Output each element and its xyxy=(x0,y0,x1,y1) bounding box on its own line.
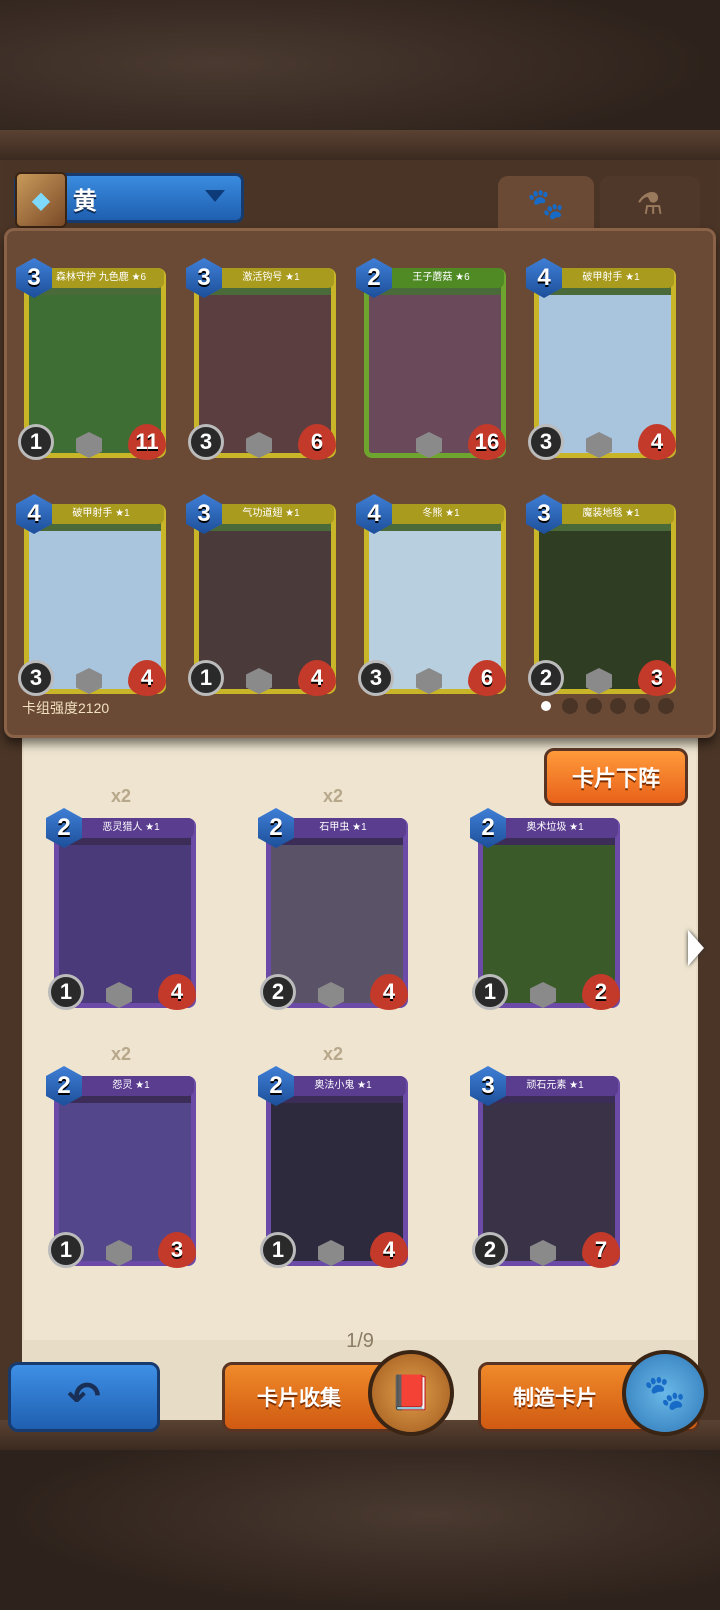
card-health: 4 xyxy=(638,424,676,460)
deck-power: 卡组强度2120 xyxy=(22,700,110,716)
card-attack: 1 xyxy=(48,974,84,1010)
deck-card[interactable]: 魔装地毯 ★1 3 2 3 xyxy=(526,494,676,700)
deck-card[interactable]: 森林守护 九色鹿 ★6 3 1 11 xyxy=(16,258,166,464)
card-health: 4 xyxy=(128,660,166,696)
card-attack: 1 xyxy=(188,660,224,696)
card-health: 4 xyxy=(370,974,408,1010)
card-attack: 2 xyxy=(260,974,296,1010)
card-title: 激活钩号 ★1 xyxy=(208,268,334,288)
deck-card[interactable]: 激活钩号 ★1 3 3 6 xyxy=(186,258,336,464)
tab-potion[interactable]: ⚗ xyxy=(600,176,700,232)
collection-card[interactable]: 奥法小鬼 ★1 2 1 4 x2 xyxy=(258,1044,408,1272)
wood-top-frame xyxy=(0,0,720,160)
card-copies: x2 xyxy=(322,786,344,806)
tab-paw[interactable]: 🐾 xyxy=(498,176,594,232)
remove-card-button[interactable]: 卡片下阵 xyxy=(544,748,688,806)
card-attack: 3 xyxy=(18,660,54,696)
card-copies: x2 xyxy=(110,1044,132,1064)
card-title: 恶灵猎人 ★1 xyxy=(68,818,194,838)
collection-card[interactable]: 顽石元素 ★1 3 2 7 xyxy=(470,1066,620,1272)
filter-all-icon[interactable] xyxy=(538,698,554,714)
collection-card[interactable]: 奥术垃圾 ★1 2 1 2 xyxy=(470,808,620,1014)
card-health: 2 xyxy=(582,974,620,1010)
wood-bottom-frame xyxy=(0,1420,720,1610)
card-title: 顽石元素 ★1 xyxy=(492,1076,618,1096)
card-health: 16 xyxy=(468,424,506,460)
card-title: 怨灵 ★1 xyxy=(68,1076,194,1096)
page-indicator: 1/9 xyxy=(346,1330,374,1352)
next-page-arrow[interactable] xyxy=(688,930,704,966)
back-button[interactable]: ↶ xyxy=(8,1362,160,1432)
collection-card[interactable]: 怨灵 ★1 2 1 3 x2 xyxy=(46,1044,196,1272)
card-title: 王子蘑菇 ★6 xyxy=(378,268,504,288)
card-title: 石甲虫 ★1 xyxy=(280,818,406,838)
card-attack: 1 xyxy=(48,1232,84,1268)
card-title: 魔装地毯 ★1 xyxy=(548,504,674,524)
card-title: 冬熊 ★1 xyxy=(378,504,504,524)
card-title: 气功道翅 ★1 xyxy=(208,504,334,524)
paw-icon: 🐾 xyxy=(527,187,565,221)
card-attack: 2 xyxy=(472,1232,508,1268)
card-attack: 3 xyxy=(528,424,564,460)
card-health: 3 xyxy=(638,660,676,696)
card-health: 6 xyxy=(298,424,336,460)
card-attack: 1 xyxy=(18,424,54,460)
deck-color-select[interactable]: ◆ 黄 xyxy=(14,172,244,228)
deck-card[interactable]: 气功道翅 ★1 3 1 4 xyxy=(186,494,336,700)
filter-fire-icon[interactable] xyxy=(658,698,674,714)
card-health: 3 xyxy=(158,1232,196,1268)
filter-earth-icon[interactable] xyxy=(610,698,626,714)
card-copies: x2 xyxy=(322,1044,344,1064)
card-attack: 3 xyxy=(188,424,224,460)
card-attack: 3 xyxy=(358,660,394,696)
craft-card-label: 制造卡片 xyxy=(513,1387,597,1410)
potion-icon: ⚗ xyxy=(636,187,664,221)
card-health: 4 xyxy=(298,660,336,696)
chevron-down-icon xyxy=(205,190,225,202)
card-title: 破甲射手 ★1 xyxy=(548,268,674,288)
card-health: 7 xyxy=(582,1232,620,1268)
deck-card[interactable]: 破甲射手 ★1 4 3 4 xyxy=(16,494,166,700)
collection-card[interactable]: 石甲虫 ★1 2 2 4 x2 xyxy=(258,786,408,1014)
deck-card[interactable]: 冬熊 ★1 4 3 6 xyxy=(356,494,506,700)
deck-card[interactable]: 王子蘑菇 ★6 2 16 xyxy=(356,258,506,464)
filter-light-icon[interactable] xyxy=(634,698,650,714)
card-attack: 1 xyxy=(260,1232,296,1268)
deck-book-icon: ◆ xyxy=(15,172,67,228)
deck-filter-icons xyxy=(538,698,674,714)
card-copies: x2 xyxy=(110,786,132,806)
card-title: 奥法小鬼 ★1 xyxy=(280,1076,406,1096)
filter-shadow-icon[interactable] xyxy=(562,698,578,714)
card-health: 6 xyxy=(468,660,506,696)
card-collection-label: 卡片收集 xyxy=(257,1387,341,1410)
deck-color-label: 黄 xyxy=(73,187,97,215)
card-title: 破甲射手 ★1 xyxy=(38,504,164,524)
card-health: 4 xyxy=(370,1232,408,1268)
card-attack: 2 xyxy=(528,660,564,696)
card-attack: 1 xyxy=(472,974,508,1010)
deck-card[interactable]: 破甲射手 ★1 4 3 4 xyxy=(526,258,676,464)
back-arrow-icon: ↶ xyxy=(67,1375,101,1419)
collection-card[interactable]: 恶灵猎人 ★1 2 1 4 x2 xyxy=(46,786,196,1014)
card-book-icon[interactable]: 📕 xyxy=(368,1350,454,1436)
card-title: 奥术垃圾 ★1 xyxy=(492,818,618,838)
filter-nature-icon[interactable] xyxy=(586,698,602,714)
card-health: 4 xyxy=(158,974,196,1010)
card-health: 11 xyxy=(128,424,166,460)
card-title: 森林守护 九色鹿 ★6 xyxy=(38,268,164,288)
paw-jar-icon[interactable]: 🐾 xyxy=(622,1350,708,1436)
